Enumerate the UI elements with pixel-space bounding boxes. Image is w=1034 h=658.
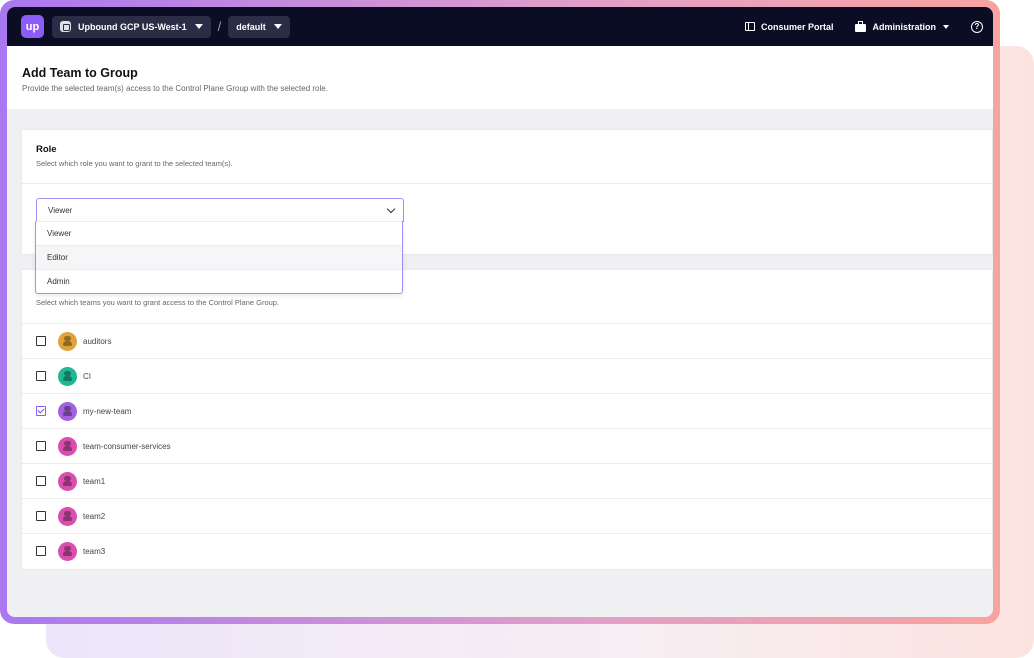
team-name: team-consumer-services [83, 441, 171, 451]
team-name: team1 [83, 476, 106, 486]
caret-down-icon [273, 24, 282, 29]
team-name: CI [83, 371, 91, 381]
role-select[interactable]: Viewer [36, 198, 404, 222]
window-frame: up Upbound GCP US-West-1 / default Consu… [0, 0, 1000, 624]
role-card-header: Role Select which role you want to grant… [22, 130, 992, 184]
team-avatar-icon [58, 471, 77, 491]
consumer-portal-label: Consumer Portal [760, 21, 834, 32]
team-row[interactable]: team3 [22, 533, 992, 568]
consumer-portal-link[interactable]: Consumer Portal [744, 21, 834, 32]
team-row[interactable]: team2 [22, 498, 992, 533]
team-name: team3 [83, 546, 106, 556]
namespace-label: default [236, 21, 266, 32]
context-selector[interactable]: Upbound GCP US-West-1 [52, 15, 211, 38]
team-row[interactable]: team-consumer-services [22, 428, 992, 463]
team-checkbox[interactable] [36, 336, 46, 346]
control-plane-icon [60, 21, 71, 32]
team-row[interactable]: CI [22, 358, 992, 393]
caret-down-icon [194, 24, 203, 29]
portal-icon [744, 22, 755, 31]
team-name: my-new-team [83, 406, 132, 416]
team-checkbox[interactable] [36, 441, 46, 451]
team-checkbox[interactable] [36, 546, 46, 556]
caret-down-icon [943, 24, 949, 29]
administration-menu[interactable]: Administration [855, 20, 949, 32]
namespace-selector[interactable]: default [228, 15, 290, 38]
role-subtitle: Select which role you want to grant to t… [36, 159, 233, 168]
team-row[interactable]: my-new-team [22, 393, 992, 428]
role-select-value: Viewer [48, 205, 73, 215]
teams-list: auditors CI my-new-team team-consumer-servi… [22, 323, 992, 568]
upbound-logo[interactable]: up [21, 15, 44, 38]
role-option-viewer[interactable]: Viewer [36, 221, 402, 245]
page-subtitle: Provide the selected team(s) access to t… [22, 84, 328, 93]
role-title: Role [36, 144, 57, 155]
team-avatar-icon [58, 401, 77, 421]
administration-label: Administration [872, 21, 936, 32]
role-option-editor[interactable]: Editor [36, 245, 402, 269]
team-avatar-icon [58, 366, 77, 386]
top-navigation-bar: up Upbound GCP US-West-1 / default Consu… [7, 7, 993, 46]
chevron-down-icon [386, 204, 396, 214]
teams-card: Select which teams you want to grant acc… [21, 269, 993, 570]
help-icon[interactable]: ? [971, 20, 983, 33]
team-row[interactable]: team1 [22, 463, 992, 498]
role-option-admin[interactable]: Admin [36, 269, 402, 293]
team-avatar-icon [58, 541, 77, 561]
team-name: auditors [83, 336, 112, 346]
team-avatar-icon [58, 506, 77, 526]
team-checkbox[interactable] [36, 511, 46, 521]
team-checkbox[interactable] [36, 371, 46, 381]
team-avatar-icon [58, 331, 77, 351]
briefcase-icon [855, 20, 867, 32]
team-checkbox[interactable] [36, 406, 46, 416]
page-title: Add Team to Group [22, 66, 138, 80]
breadcrumb-separator: / [217, 19, 222, 34]
team-name: team2 [83, 511, 106, 521]
app-window: up Upbound GCP US-West-1 / default Consu… [7, 7, 993, 617]
role-dropdown-menu: Viewer Editor Admin [35, 221, 403, 294]
team-row[interactable]: auditors [22, 323, 992, 358]
teams-subtitle: Select which teams you want to grant acc… [36, 298, 280, 307]
right-navigation: Consumer Portal Administration ? [723, 7, 983, 46]
team-checkbox[interactable] [36, 476, 46, 486]
context-label: Upbound GCP US-West-1 [78, 21, 187, 32]
page-header: Add Team to Group Provide the selected t… [7, 46, 993, 109]
team-avatar-icon [58, 436, 77, 456]
